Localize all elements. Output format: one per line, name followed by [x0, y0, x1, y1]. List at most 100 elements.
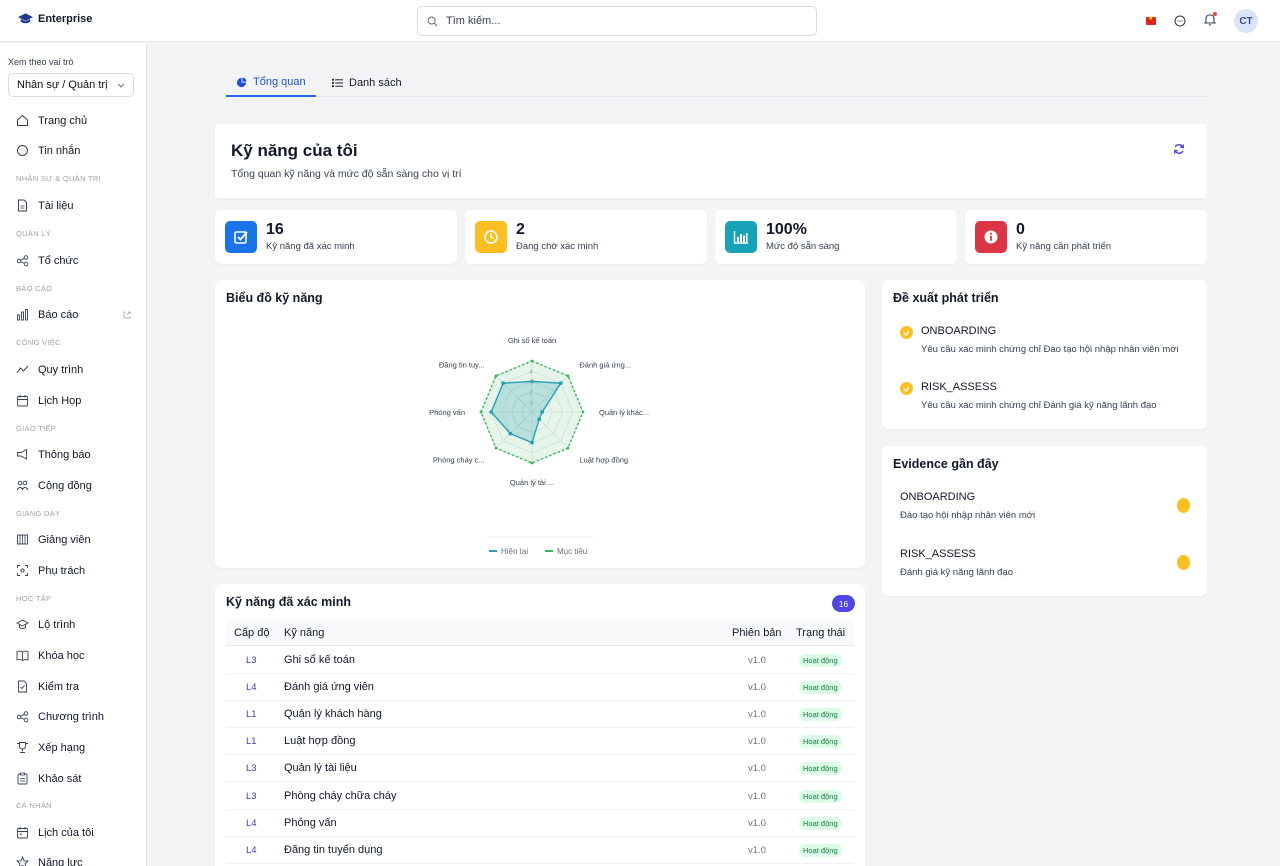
chevron-down-icon	[117, 83, 125, 88]
sidebar-item[interactable]: Phụ trách	[16, 564, 131, 577]
sidebar-item[interactable]: Khảo sát	[16, 772, 131, 785]
sidebar-item[interactable]: Khóa học	[16, 649, 131, 662]
skill-name: Quản lý khách hàng	[284, 708, 382, 721]
notification-button[interactable]	[1203, 12, 1217, 29]
stat-to-develop[interactable]: 0 Kỹ năng cần phát triển	[965, 210, 1207, 264]
tab-overview[interactable]: Tổng quan	[226, 69, 316, 97]
radar-category-label: Đánh giá ứng...	[579, 361, 631, 370]
sidebar-item[interactable]: Báo cáo	[16, 308, 131, 321]
chat-icon[interactable]	[1174, 15, 1186, 27]
column-header[interactable]: Cấp độ	[234, 627, 269, 639]
stat-pending[interactable]: 2 Đang chờ xác minh	[465, 210, 707, 264]
recommendation-code: RISK_ASSESS	[921, 381, 997, 393]
evidence-item[interactable]: RISK_ASSESS Đánh giá kỹ năng lãnh đạo	[900, 548, 1190, 578]
sidebar-item[interactable]: Kiểm tra	[16, 680, 131, 693]
sidebar-item[interactable]: Thông báo	[16, 448, 131, 461]
home-icon	[17, 114, 28, 126]
pie-icon	[236, 76, 247, 87]
sidebar-section-label: CÁ NHÂN	[16, 801, 52, 810]
brand-name: Enterprise	[38, 13, 93, 25]
skill-version: v1.0	[748, 817, 766, 829]
stat-readiness[interactable]: 100% Mức độ sẵn sàng	[715, 210, 957, 264]
sidebar-item[interactable]: Tin nhắn	[16, 144, 131, 157]
sidebar-item[interactable]: Giảng viên	[16, 533, 131, 546]
check-square-icon	[234, 231, 248, 244]
recommendation-item[interactable]: RISK_ASSESS Yêu cầu xác minh chứng chỉ Đ…	[900, 381, 1157, 411]
sidebar-item-label: Tài liệu	[38, 199, 74, 212]
sidebar-section-label: CÔNG VIỆC	[16, 338, 61, 347]
status-badge: Hoạt động	[799, 762, 842, 776]
skill-level: L3	[246, 655, 257, 666]
star-icon	[16, 856, 29, 866]
list-icon	[332, 78, 343, 88]
table-row[interactable]: L3 Quản lý tài liệu v1.0 Hoạt động	[226, 755, 854, 783]
status-badge: Hoạt động	[799, 843, 842, 857]
radar-point-target	[494, 374, 498, 378]
table-row[interactable]: L1 Luật hợp đồng v1.0 Hoạt động	[226, 728, 854, 756]
skill-name: Luật hợp đồng	[284, 735, 356, 748]
sidebar-item[interactable]: Cộng đồng	[16, 479, 131, 492]
role-value: Nhân sự / Quản trị	[17, 79, 108, 91]
table-row[interactable]: L4 Đánh giá ứng viên v1.0 Hoạt động	[226, 674, 854, 702]
brand[interactable]: Enterprise	[18, 13, 92, 25]
sidebar-item[interactable]: Chương trình	[16, 710, 131, 723]
table-row[interactable]: L4 Phỏng vấn v1.0 Hoạt động	[226, 810, 854, 837]
instructor-icon	[17, 534, 28, 545]
role-label: Xem theo vai trò	[8, 57, 74, 67]
radar-point-target	[479, 410, 483, 414]
vietnam-flag-icon[interactable]	[1146, 15, 1156, 25]
recommendation-desc: Yêu cầu xác minh chứng chỉ Đánh giá kỹ n…	[921, 400, 1157, 411]
tab-list[interactable]: Danh sách	[322, 69, 412, 97]
stat-verified[interactable]: 16 Kỹ năng đã xác minh	[215, 210, 457, 264]
chart-icon	[17, 309, 28, 321]
check-icon	[900, 382, 913, 395]
user-avatar[interactable]: CT	[1234, 9, 1258, 33]
evidence-card: Evidence gần đây ONBOARDING Đào tạo hội …	[882, 446, 1207, 596]
radar-point-target	[581, 410, 585, 414]
page-header: Kỹ năng của tôi Tổng quan kỹ năng và mức…	[215, 124, 1207, 198]
sidebar-item[interactable]: Trang chủ	[16, 114, 131, 127]
sidebar-item[interactable]: Năng lực	[16, 856, 131, 866]
radar-category-label: Đăng tin tuy...	[439, 361, 485, 370]
table-row[interactable]: L1 Quản lý khách hàng v1.0 Hoạt động	[226, 701, 854, 729]
info-icon	[984, 230, 998, 244]
refresh-icon[interactable]	[1173, 143, 1185, 155]
sidebar-item[interactable]: Xếp hạng	[16, 741, 131, 754]
search-input[interactable]	[446, 15, 786, 27]
recommendation-item[interactable]: ONBOARDING Yêu cầu xác minh chứng chỉ Đà…	[900, 325, 1179, 355]
radar-category-label: Ghi sổ kế toán	[508, 336, 556, 345]
my-calendar-icon	[17, 827, 28, 839]
sidebar-item-label: Báo cáo	[38, 308, 79, 321]
trophy-icon	[17, 742, 28, 753]
test-icon	[18, 680, 27, 693]
sidebar-item[interactable]: Tài liệu	[16, 199, 131, 212]
skill-version: v1.0	[748, 844, 766, 856]
search-box[interactable]	[417, 6, 817, 36]
sidebar-item[interactable]: Lộ trình	[16, 618, 131, 631]
view-tabs: Tổng quan Danh sách	[226, 69, 1207, 97]
table-row[interactable]: L4 Đăng tin tuyển dụng v1.0 Hoạt động	[226, 837, 854, 864]
evidence-item[interactable]: ONBOARDING Đào tạo hội nhập nhân viên mớ…	[900, 491, 1190, 521]
legend-label: Mục tiêu	[557, 547, 587, 556]
sidebar-item[interactable]: Tổ chức	[16, 254, 131, 267]
radar-point-target	[566, 374, 570, 378]
search-icon	[427, 16, 438, 26]
sidebar-item[interactable]: Lịch Họp	[16, 394, 131, 407]
status-badge: Hoạt động	[799, 816, 842, 830]
column-header[interactable]: Kỹ năng	[284, 627, 324, 639]
column-header[interactable]: Phiên bản	[732, 627, 782, 639]
sidebar-item-label: Thông báo	[38, 448, 91, 461]
table-header: Cấp độ Kỹ năng Phiên bản Trạng thái	[226, 620, 854, 646]
sidebar-item[interactable]: Lịch của tôi	[16, 826, 131, 839]
radar-point-target	[530, 461, 534, 465]
column-header[interactable]: Trạng thái	[796, 627, 845, 639]
sidebar-item-label: Lịch của tôi	[38, 826, 94, 839]
role-select[interactable]: Nhân sự / Quản trị	[8, 73, 134, 97]
sidebar-item[interactable]: Quy trình	[16, 363, 131, 376]
radar-category-label: Phòng cháy c...	[433, 455, 485, 464]
sidebar-item-label: Lộ trình	[38, 618, 76, 631]
table-row[interactable]: L3 Ghi sổ kế toán v1.0 Hoạt động	[226, 647, 854, 674]
stat-icon-box	[725, 221, 757, 253]
table-row[interactable]: L3 Phòng cháy chữa cháy v1.0 Hoạt động	[226, 783, 854, 810]
org-icon	[16, 255, 29, 267]
